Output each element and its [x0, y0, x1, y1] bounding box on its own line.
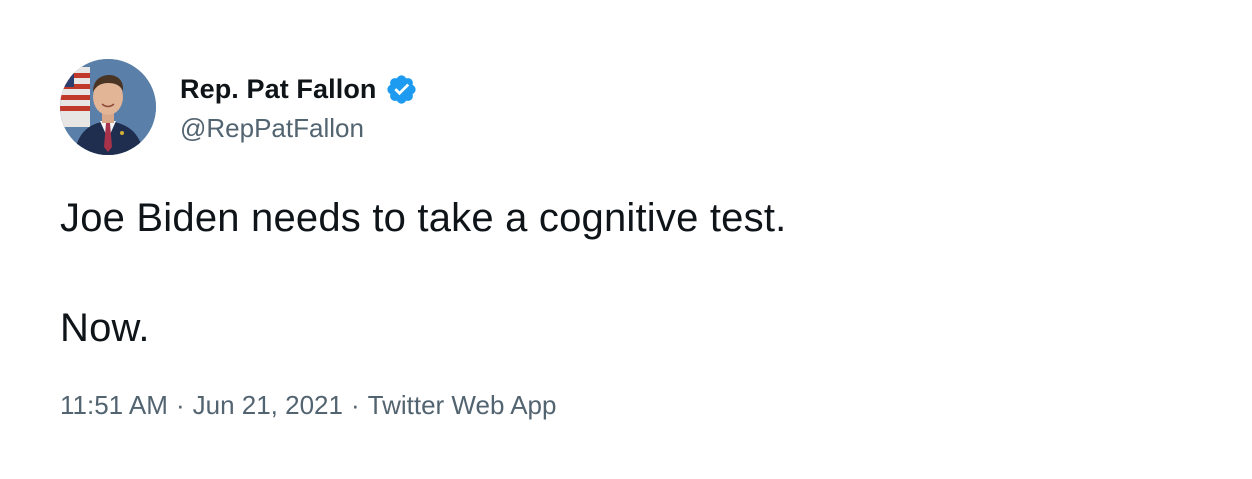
tweet-card: Rep. Pat Fallon @RepPatFallon Joe Biden … — [0, 0, 1252, 479]
separator: · — [175, 390, 185, 420]
tweet-text-line: Now. — [60, 306, 150, 350]
author-handle[interactable]: @RepPatFallon — [180, 113, 418, 144]
display-name-row: Rep. Pat Fallon — [180, 71, 418, 109]
separator: · — [350, 390, 360, 420]
tweet-metadata: 11:51 AM · Jun 21, 2021 · Twitter Web Ap… — [60, 390, 556, 421]
tweet-source[interactable]: Twitter Web App — [368, 390, 557, 421]
tweet-header: Rep. Pat Fallon @RepPatFallon — [60, 59, 418, 155]
author-names: Rep. Pat Fallon @RepPatFallon — [180, 59, 418, 155]
tweet-text: Joe Biden needs to take a cognitive test… — [60, 190, 786, 356]
tweet-text-line: Joe Biden needs to take a cognitive test… — [60, 196, 787, 240]
tweet-date[interactable]: Jun 21, 2021 — [193, 390, 343, 421]
verified-badge-icon — [385, 73, 418, 106]
avatar-image — [60, 59, 156, 155]
display-name[interactable]: Rep. Pat Fallon — [180, 74, 377, 105]
avatar[interactable] — [60, 59, 156, 155]
tweet-time[interactable]: 11:51 AM — [60, 390, 168, 421]
